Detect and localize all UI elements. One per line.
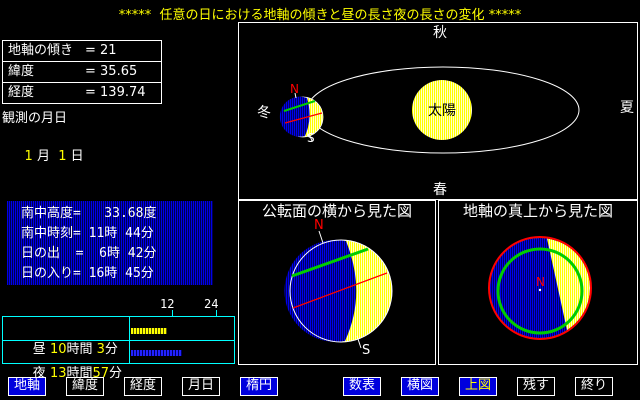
side-south-label: S [362, 343, 370, 358]
top-view-earth: N [489, 237, 591, 339]
earth-night-side [280, 97, 310, 137]
north-pole-label: N [290, 82, 299, 96]
menu-latitude-button[interactable]: 緯度 [66, 377, 104, 396]
season-summer-label: 夏 [620, 100, 634, 116]
app-screen: ***** 任意の日における地軸の傾きと昼の長さ夜の長さの変化 ***** 地軸… [0, 0, 640, 400]
side-view-earth: N S [284, 218, 392, 358]
menu-table-button[interactable]: 数表 [343, 377, 381, 396]
menu-side-view-button[interactable]: 横図 [401, 377, 439, 396]
menu-ellipse-button[interactable]: 楕円 [240, 377, 278, 396]
south-pole-label: S [307, 131, 315, 145]
side-north-label: N [314, 218, 324, 233]
menu-longitude-button[interactable]: 経度 [124, 377, 162, 396]
menu-keep-button[interactable]: 残す [517, 377, 555, 396]
sun-label: 太陽 [428, 103, 456, 119]
top-pole-dot [539, 289, 541, 291]
menu-quit-button[interactable]: 終り [575, 377, 613, 396]
season-autumn-label: 秋 [433, 25, 447, 41]
top-north-label: N [536, 275, 545, 289]
earth-orbit-position: N S [280, 82, 323, 145]
season-spring-label: 春 [433, 182, 447, 198]
menu-top-view-button[interactable]: 上図 [459, 377, 497, 396]
diagram-layer: 太陽 秋 冬 夏 春 N S 公転面の横から見た図 N S [0, 0, 640, 400]
menu-date-button[interactable]: 月日 [182, 377, 220, 396]
side-view-title: 公転面の横から見た図 [262, 202, 412, 220]
season-winter-label: 冬 [257, 105, 271, 121]
menu-axis-button[interactable]: 地軸 [8, 377, 46, 396]
top-view-title: 地軸の真上から見た図 [463, 202, 613, 220]
side-earth-night-side [284, 240, 356, 342]
